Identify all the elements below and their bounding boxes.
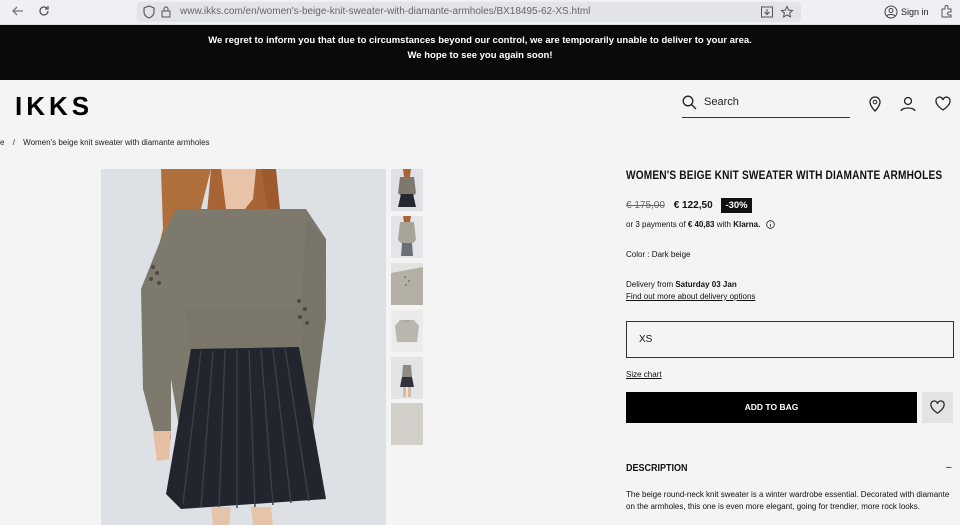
klarna-brand: Klarna.	[733, 220, 761, 229]
klarna-amount: € 40,83	[687, 220, 715, 229]
klarna-payment-info: or 3 payments of € 40,83 with Klarna.	[626, 220, 775, 229]
breadcrumb-current: Women's beige knit sweater with diamante…	[23, 138, 210, 147]
reload-icon[interactable]	[35, 4, 53, 22]
discount-badge: -30%	[721, 198, 752, 213]
delivery-date: Saturday 03 Jan	[675, 280, 737, 289]
search-field[interactable]: Search	[682, 92, 850, 118]
breadcrumb: e / Women's beige knit sweater with diam…	[0, 138, 210, 147]
size-selector[interactable]: XS	[626, 321, 954, 358]
thumbnail-2[interactable]	[391, 216, 423, 258]
extensions-icon[interactable]	[938, 4, 956, 22]
description-text: The beige round-neck knit sweater is a w…	[626, 490, 950, 511]
location-pin-icon[interactable]	[867, 95, 885, 113]
thumbnail-3[interactable]	[391, 263, 423, 305]
product-title: WOMEN'S BEIGE KNIT SWEATER WITH DIAMANTE…	[626, 170, 943, 182]
delivery-prefix: Delivery from	[626, 280, 676, 289]
delivery-options-link[interactable]: Find out more about delivery options	[626, 292, 755, 301]
size-value: XS	[639, 334, 653, 345]
info-icon[interactable]	[765, 220, 775, 229]
heart-icon	[930, 400, 945, 414]
site-logo[interactable]: IKKS	[15, 91, 93, 122]
main-product-image[interactable]	[101, 169, 386, 525]
description-toggle[interactable]: –	[946, 462, 952, 473]
shield-icon[interactable]	[143, 5, 157, 19]
color-label: Color : Dark beige	[626, 250, 691, 259]
download-icon[interactable]	[760, 5, 774, 19]
klarna-prefix: or 3 payments of	[626, 220, 688, 229]
back-arrow-icon[interactable]	[9, 4, 27, 22]
breadcrumb-separator: /	[12, 138, 15, 147]
thumbnail-6[interactable]	[391, 403, 423, 445]
klarna-with: with	[714, 220, 734, 229]
old-price: € 175,00	[626, 200, 665, 211]
user-icon[interactable]	[899, 95, 917, 113]
size-chart-link[interactable]: Size chart	[626, 370, 662, 379]
search-label: Search	[704, 96, 739, 108]
sign-in-button[interactable]: Sign in	[880, 3, 932, 21]
thumbnail-5[interactable]	[391, 357, 423, 399]
browser-toolbar: www.ikks.com/en/women's-beige-knit-sweat…	[0, 0, 960, 25]
address-bar[interactable]: www.ikks.com/en/women's-beige-knit-sweat…	[137, 2, 801, 22]
delivery-notice-banner: We regret to inform you that due to circ…	[0, 25, 960, 80]
search-icon	[682, 95, 697, 115]
banner-line-2: We hope to see you again soon!	[407, 50, 553, 61]
heart-icon[interactable]	[934, 95, 952, 113]
sign-in-label: Sign in	[901, 7, 929, 17]
breadcrumb-prev-link[interactable]: e	[0, 138, 4, 147]
wishlist-button[interactable]	[922, 392, 953, 423]
sale-price: € 122,50	[673, 200, 713, 211]
thumbnail-4[interactable]	[391, 310, 423, 352]
price-row: € 175,00 € 122,50 -30%	[626, 198, 752, 213]
url-text: www.ikks.com/en/women's-beige-knit-sweat…	[180, 6, 591, 17]
description-heading[interactable]: DESCRIPTION	[626, 463, 688, 474]
add-to-bag-button[interactable]: ADD TO BAG	[626, 392, 917, 423]
banner-line-1: We regret to inform you that due to circ…	[208, 35, 752, 46]
thumbnail-1[interactable]	[391, 169, 423, 211]
lock-icon[interactable]	[160, 5, 174, 19]
delivery-info: Delivery from Saturday 03 Jan	[626, 280, 737, 289]
account-icon	[884, 5, 898, 19]
star-icon[interactable]	[780, 5, 794, 19]
